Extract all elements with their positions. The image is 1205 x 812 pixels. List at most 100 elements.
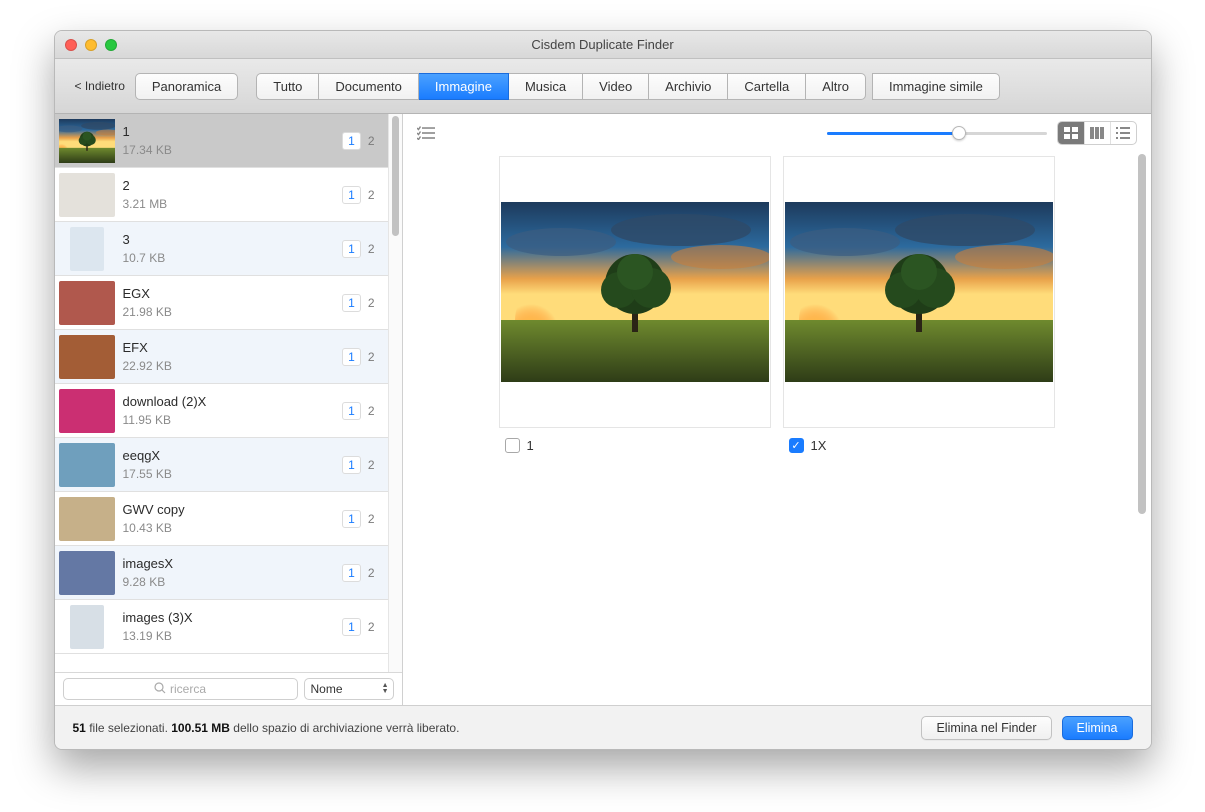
item-selected-count: 1 bbox=[342, 510, 361, 528]
list-item[interactable]: GWV copy 10.43 KB 1 2 bbox=[55, 492, 388, 546]
tab-archivio[interactable]: Archivio bbox=[649, 73, 728, 100]
item-name: download (2)X bbox=[123, 394, 335, 409]
item-text: 2 3.21 MB bbox=[123, 178, 335, 211]
list-view-button[interactable] bbox=[1110, 122, 1136, 144]
item-name: 3 bbox=[123, 232, 335, 247]
tab-musica[interactable]: Musica bbox=[509, 73, 583, 100]
chevron-updown-icon: ▲▼ bbox=[382, 683, 389, 695]
select-all-icon[interactable] bbox=[417, 126, 435, 140]
preview-scrollbar[interactable] bbox=[1135, 152, 1149, 705]
sidebar-scrollbar[interactable] bbox=[388, 114, 402, 672]
slider-knob[interactable] bbox=[952, 126, 966, 140]
preview-scrollbar-thumb[interactable] bbox=[1138, 154, 1146, 514]
item-name: images (3)X bbox=[123, 610, 335, 625]
preview-toolbar bbox=[403, 114, 1151, 152]
item-selected-count: 1 bbox=[342, 348, 361, 366]
preview-image bbox=[785, 202, 1053, 382]
preview-label-row: ✓ 1X bbox=[783, 438, 1055, 453]
thumbnail bbox=[59, 335, 115, 379]
preview-filename: 1X bbox=[811, 438, 827, 453]
sort-select[interactable]: Nome ▲▼ bbox=[304, 678, 394, 700]
delete-in-finder-button[interactable]: Elimina nel Finder bbox=[921, 716, 1051, 740]
list-item[interactable]: 3 10.7 KB 1 2 bbox=[55, 222, 388, 276]
preview-image bbox=[501, 202, 769, 382]
sort-select-label: Nome bbox=[311, 682, 343, 696]
thumbnail bbox=[59, 173, 115, 217]
item-counts: 1 2 bbox=[342, 348, 377, 366]
tab-cartella[interactable]: Cartella bbox=[728, 73, 806, 100]
item-counts: 1 2 bbox=[342, 618, 377, 636]
back-button[interactable]: < Indietro bbox=[65, 79, 135, 93]
tab-altro[interactable]: Altro bbox=[806, 73, 866, 100]
item-selected-count: 1 bbox=[342, 132, 361, 150]
item-selected-count: 1 bbox=[342, 294, 361, 312]
item-size: 17.34 KB bbox=[123, 143, 335, 157]
item-counts: 1 2 bbox=[342, 240, 377, 258]
item-counts: 1 2 bbox=[342, 456, 377, 474]
tab-tutto[interactable]: Tutto bbox=[256, 73, 319, 100]
item-name: 2 bbox=[123, 178, 335, 193]
list-item[interactable]: EFX 22.92 KB 1 2 bbox=[55, 330, 388, 384]
preview-label-row: 1 bbox=[499, 438, 771, 453]
item-size: 10.43 KB bbox=[123, 521, 335, 535]
item-text: images (3)X 13.19 KB bbox=[123, 610, 335, 643]
preview-checkbox[interactable] bbox=[505, 438, 520, 453]
list-item[interactable]: 1 17.34 KB 1 2 bbox=[55, 114, 388, 168]
item-selected-count: 1 bbox=[342, 564, 361, 582]
item-total-count: 2 bbox=[365, 134, 378, 148]
toolbar: < Indietro Panoramica TuttoDocumentoImma… bbox=[55, 59, 1151, 114]
preview-card: 1 bbox=[499, 156, 771, 453]
list-item[interactable]: 2 3.21 MB 1 2 bbox=[55, 168, 388, 222]
search-placeholder: ricerca bbox=[170, 682, 206, 696]
traffic-lights bbox=[65, 39, 117, 51]
tab-immagine[interactable]: Immagine bbox=[419, 73, 509, 100]
item-size: 13.19 KB bbox=[123, 629, 335, 643]
list-item[interactable]: images (3)X 13.19 KB 1 2 bbox=[55, 600, 388, 654]
list-item[interactable]: imagesX 9.28 KB 1 2 bbox=[55, 546, 388, 600]
item-selected-count: 1 bbox=[342, 402, 361, 420]
delete-button[interactable]: Elimina bbox=[1062, 716, 1133, 740]
item-counts: 1 2 bbox=[342, 564, 377, 582]
sidebar-scrollbar-thumb[interactable] bbox=[392, 116, 399, 236]
item-size: 11.95 KB bbox=[123, 413, 335, 427]
item-text: 1 17.34 KB bbox=[123, 124, 335, 157]
preview-frame[interactable] bbox=[783, 156, 1055, 428]
item-counts: 1 2 bbox=[342, 186, 377, 204]
duplicate-groups-list[interactable]: 1 17.34 KB 1 2 2 3.21 MB 1 2 3 10.7 KB 1… bbox=[55, 114, 388, 672]
close-window-button[interactable] bbox=[65, 39, 77, 51]
item-total-count: 2 bbox=[365, 350, 378, 364]
preview-frame[interactable] bbox=[499, 156, 771, 428]
preview-checkbox[interactable]: ✓ bbox=[789, 438, 804, 453]
search-icon bbox=[154, 682, 166, 697]
minimize-window-button[interactable] bbox=[85, 39, 97, 51]
list-item[interactable]: download (2)X 11.95 KB 1 2 bbox=[55, 384, 388, 438]
sidebar: 1 17.34 KB 1 2 2 3.21 MB 1 2 3 10.7 KB 1… bbox=[55, 114, 403, 705]
columns-view-button[interactable] bbox=[1084, 122, 1110, 144]
item-name: GWV copy bbox=[123, 502, 335, 517]
list-item[interactable]: EGX 21.98 KB 1 2 bbox=[55, 276, 388, 330]
item-total-count: 2 bbox=[365, 242, 378, 256]
tab-documento[interactable]: Documento bbox=[319, 73, 418, 100]
thumbnail bbox=[59, 443, 115, 487]
tab-video[interactable]: Video bbox=[583, 73, 649, 100]
item-total-count: 2 bbox=[365, 188, 378, 202]
item-text: download (2)X 11.95 KB bbox=[123, 394, 335, 427]
thumbnail bbox=[59, 497, 115, 541]
item-name: EGX bbox=[123, 286, 335, 301]
thumbnail bbox=[59, 389, 115, 433]
search-input[interactable]: ricerca bbox=[63, 678, 298, 700]
item-text: imagesX 9.28 KB bbox=[123, 556, 335, 589]
preview-card: ✓ 1X bbox=[783, 156, 1055, 453]
thumbnail bbox=[59, 119, 115, 163]
sidebar-footer: ricerca Nome ▲▼ bbox=[55, 672, 402, 705]
similar-image-button[interactable]: Immagine simile bbox=[872, 73, 1000, 100]
grid-view-button[interactable] bbox=[1058, 122, 1084, 144]
panoramica-button[interactable]: Panoramica bbox=[135, 73, 238, 100]
list-item[interactable]: eeqgX 17.55 KB 1 2 bbox=[55, 438, 388, 492]
zoom-window-button[interactable] bbox=[105, 39, 117, 51]
footer: 51 file selezionati. 100.51 MB dello spa… bbox=[55, 705, 1151, 749]
thumbnail bbox=[59, 551, 115, 595]
item-size: 9.28 KB bbox=[123, 575, 335, 589]
titlebar: Cisdem Duplicate Finder bbox=[55, 31, 1151, 59]
thumbnail-size-slider[interactable] bbox=[827, 132, 1047, 135]
